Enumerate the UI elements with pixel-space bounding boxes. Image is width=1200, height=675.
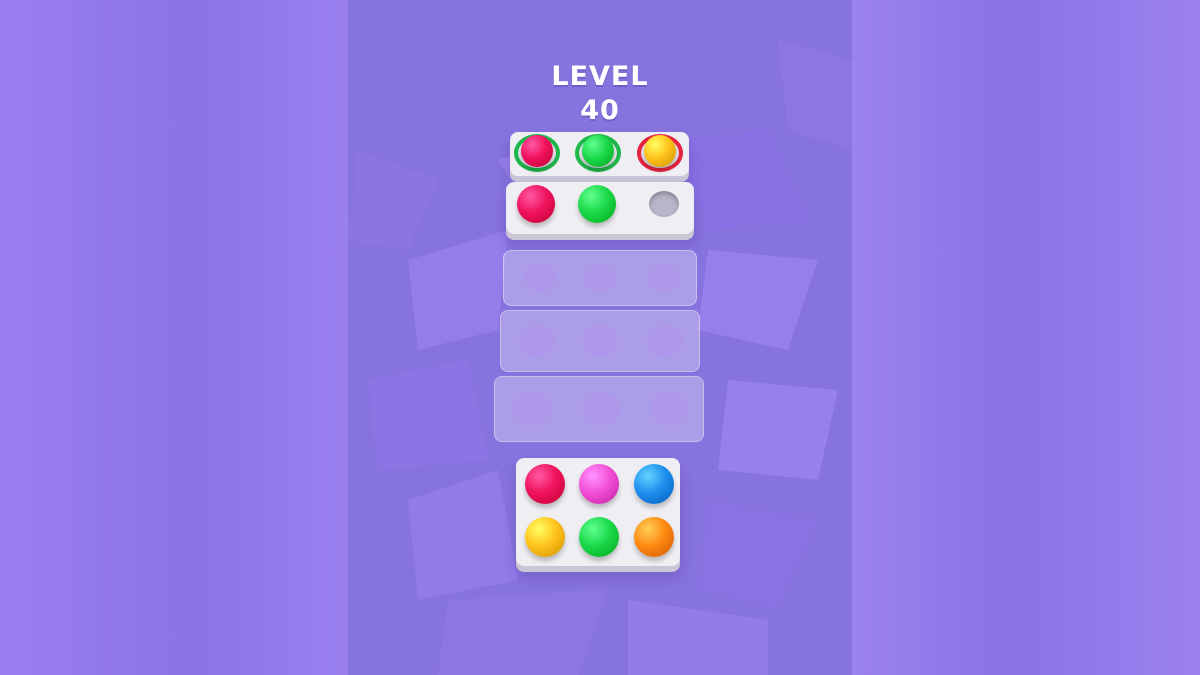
target-ball[interactable] — [521, 135, 553, 167]
game-screen: LEVEL 40 — [348, 0, 852, 675]
left-blurred-background — [0, 0, 348, 675]
tray-row-1[interactable] — [506, 182, 694, 234]
tray-row-3[interactable] — [500, 310, 700, 372]
level-label: LEVEL — [551, 61, 649, 92]
empty-slot[interactable] — [524, 264, 556, 292]
empty-slot[interactable] — [519, 325, 555, 357]
empty-slot[interactable] — [650, 392, 688, 426]
empty-slot[interactable] — [513, 392, 551, 426]
empty-slot[interactable] — [649, 191, 679, 217]
ball-palette — [516, 458, 680, 566]
right-blurred-background — [852, 0, 1200, 675]
target-ball[interactable] — [582, 135, 614, 167]
target-ball[interactable] — [644, 135, 676, 167]
target-tray — [510, 132, 689, 176]
placed-ball[interactable] — [517, 185, 555, 223]
empty-slot[interactable] — [584, 264, 616, 292]
placed-ball[interactable] — [578, 185, 616, 223]
palette-ball[interactable] — [579, 517, 619, 557]
level-number: 40 — [580, 95, 620, 126]
palette-ball[interactable] — [634, 517, 674, 557]
palette-ball[interactable] — [579, 464, 619, 504]
tray-row-2[interactable] — [503, 250, 697, 306]
tray-row-4[interactable] — [494, 376, 704, 442]
palette-ball[interactable] — [634, 464, 674, 504]
empty-slot[interactable] — [582, 392, 620, 426]
empty-slot[interactable] — [647, 325, 683, 357]
empty-slot[interactable] — [582, 325, 618, 357]
empty-slot[interactable] — [648, 264, 680, 292]
palette-ball[interactable] — [525, 464, 565, 504]
palette-ball[interactable] — [525, 517, 565, 557]
